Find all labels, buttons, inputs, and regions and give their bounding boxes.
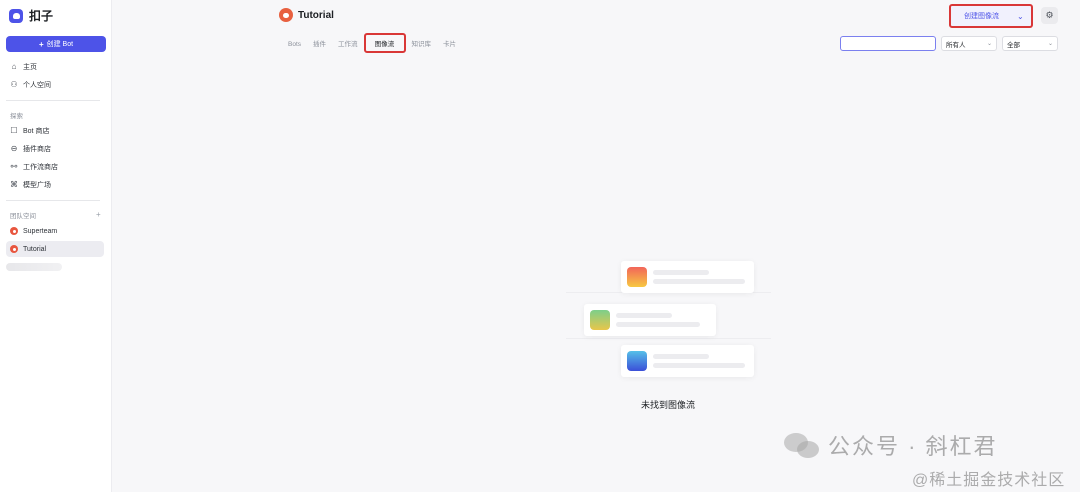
sidebar-item-label: 个人空间: [23, 82, 51, 89]
create-bot-label: 创建 Bot: [46, 41, 74, 48]
placeholder-card: [621, 345, 754, 377]
workspace-tabs: Bots 插件 工作流 图像流 知识库 卡片: [282, 33, 462, 53]
tab-plugins[interactable]: 插件: [307, 38, 332, 52]
sidebar-item-model-square[interactable]: ⌘ 模型广场: [6, 177, 104, 193]
card-skeleton-line: [616, 313, 672, 318]
blurred-user-info: [6, 263, 62, 271]
brand[interactable]: 扣子: [9, 7, 53, 24]
user-icon: ⚇: [10, 80, 18, 89]
sidebar-divider: [6, 100, 100, 101]
tab-knowledge[interactable]: 知识库: [406, 38, 438, 52]
home-icon: ⌂: [11, 62, 17, 71]
chevron-down-icon[interactable]: ⌄: [1017, 12, 1024, 21]
workflow-icon: ⚯: [10, 162, 18, 171]
card-skeleton-line: [653, 270, 709, 275]
status-select-value: 全部: [1007, 41, 1020, 49]
settings-button[interactable]: ⚙: [1041, 7, 1058, 24]
watermark-account-text: 公众号 · 斜杠君: [828, 434, 998, 459]
plugin-icon: ⊖: [10, 144, 18, 153]
card-skeleton-line: [616, 322, 700, 327]
workspace-title: Tutorial: [279, 8, 334, 22]
create-imageflow-button[interactable]: 创建图像流 ⌄: [949, 4, 1033, 28]
chevron-down-icon: ⌄: [1047, 41, 1053, 47]
status-select[interactable]: 全部 ⌄: [1002, 36, 1058, 51]
model-icon: ⌘: [10, 180, 18, 189]
sidebar-item-workflow-store[interactable]: ⚯ 工作流商店: [6, 159, 104, 175]
sidebar-divider: [6, 200, 100, 201]
tab-workflows[interactable]: 工作流: [332, 38, 364, 52]
tab-bots[interactable]: Bots: [282, 38, 307, 52]
card-thumbnail: [627, 351, 647, 371]
sidebar-item-home[interactable]: ⌂ 主页: [6, 59, 104, 75]
sidebar-item-label: 插件商店: [23, 146, 51, 153]
tab-imageflows[interactable]: 图像流: [363, 33, 406, 53]
explore-section-label: 探索: [10, 113, 23, 120]
wechat-icon: [784, 431, 822, 459]
sidebar: 扣子 + 创建 Bot ⌂ 主页 ⚇ 个人空间 探索 ☐ Bot 商店 ⊖ 插件…: [0, 0, 112, 492]
brand-name: 扣子: [29, 9, 54, 23]
sidebar-item-label: Superteam: [23, 227, 58, 235]
sidebar-item-plugin-store[interactable]: ⊖ 插件商店: [6, 141, 104, 157]
sidebar-item-label: Tutorial: [23, 245, 47, 253]
owner-select-value: 所有人: [946, 41, 966, 49]
illustration-line: [566, 338, 771, 339]
card-skeleton-line: [653, 363, 745, 368]
placeholder-card: [621, 261, 754, 293]
workspace-name: Tutorial: [298, 9, 334, 21]
chevron-down-icon: ⌄: [986, 41, 992, 47]
empty-state-message: 未找到图像流: [640, 400, 695, 410]
sidebar-item-team-superteam[interactable]: Superteam: [6, 223, 104, 239]
sidebar-item-label: 模型广场: [23, 182, 51, 189]
sidebar-item-team-tutorial[interactable]: Tutorial: [6, 241, 104, 257]
search-input[interactable]: [840, 36, 936, 51]
sidebar-item-label: 工作流商店: [23, 164, 58, 171]
card-thumbnail: [590, 310, 610, 330]
team-avatar-icon: [10, 227, 18, 235]
create-bot-button[interactable]: + 创建 Bot: [6, 36, 106, 52]
sidebar-item-label: Bot 商店: [23, 128, 50, 135]
sidebar-item-bot-store[interactable]: ☐ Bot 商店: [6, 123, 104, 139]
team-avatar-icon: [10, 245, 18, 253]
plus-icon: +: [38, 39, 44, 49]
sidebar-item-label: 主页: [23, 64, 37, 71]
team-avatar-icon: [279, 8, 293, 22]
owner-select[interactable]: 所有人 ⌄: [941, 36, 997, 51]
team-section-label: 团队空间: [10, 213, 36, 220]
watermark-account: 公众号 · 斜杠君: [784, 429, 998, 461]
bot-icon: ☐: [10, 126, 18, 135]
tab-cards[interactable]: 卡片: [437, 38, 462, 52]
card-thumbnail: [627, 267, 647, 287]
coze-logo-icon: [9, 8, 23, 23]
card-skeleton-line: [653, 279, 745, 284]
card-skeleton-line: [653, 354, 709, 359]
sidebar-item-personal-space[interactable]: ⚇ 个人空间: [6, 77, 104, 93]
create-imageflow-label: 创建图像流: [964, 13, 999, 20]
placeholder-card: [584, 304, 716, 336]
watermark-site: @稀土掘金技术社区: [912, 472, 1066, 489]
add-team-icon[interactable]: +: [96, 210, 101, 219]
gear-icon: ⚙: [1045, 10, 1054, 20]
